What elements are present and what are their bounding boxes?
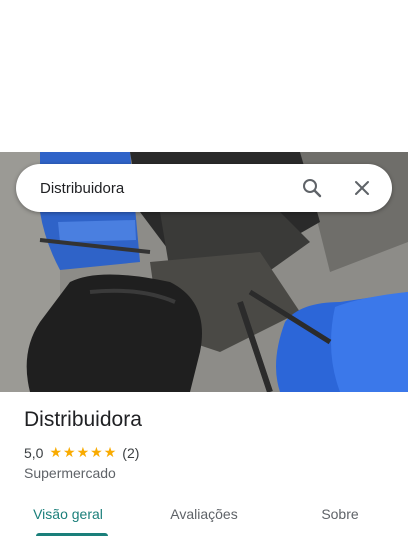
rating-value: 5,0 <box>24 445 44 461</box>
tab-label: Sobre <box>321 506 359 522</box>
star-icon: ★ <box>76 445 90 461</box>
tab-label: Visão geral <box>33 506 103 522</box>
tab-about[interactable]: Sobre <box>272 496 408 536</box>
review-count[interactable]: (2) <box>122 445 139 461</box>
active-tab-indicator <box>36 533 108 536</box>
tab-label: Avaliações <box>170 506 238 522</box>
tab-reviews[interactable]: Avaliações <box>136 496 272 536</box>
search-bar[interactable]: Distribuidora <box>16 164 392 212</box>
rating-row[interactable]: 5,0 ★ ★ ★ ★ ★ (2) <box>24 445 139 461</box>
tab-overview[interactable]: Visão geral <box>0 496 136 536</box>
search-icon[interactable] <box>296 172 328 204</box>
close-icon[interactable] <box>346 172 378 204</box>
map-area <box>0 0 408 152</box>
star-icon: ★ <box>90 445 103 461</box>
star-icon: ★ <box>63 445 76 461</box>
tab-bar: Visão geral Avaliações Sobre <box>0 496 408 536</box>
star-icon: ★ <box>103 445 117 461</box>
place-title: Distribuidora <box>24 408 142 431</box>
search-input[interactable]: Distribuidora <box>40 180 296 197</box>
star-icon: ★ <box>49 445 63 461</box>
place-category: Supermercado <box>24 465 116 481</box>
star-rating: ★ ★ ★ ★ ★ <box>49 446 116 460</box>
